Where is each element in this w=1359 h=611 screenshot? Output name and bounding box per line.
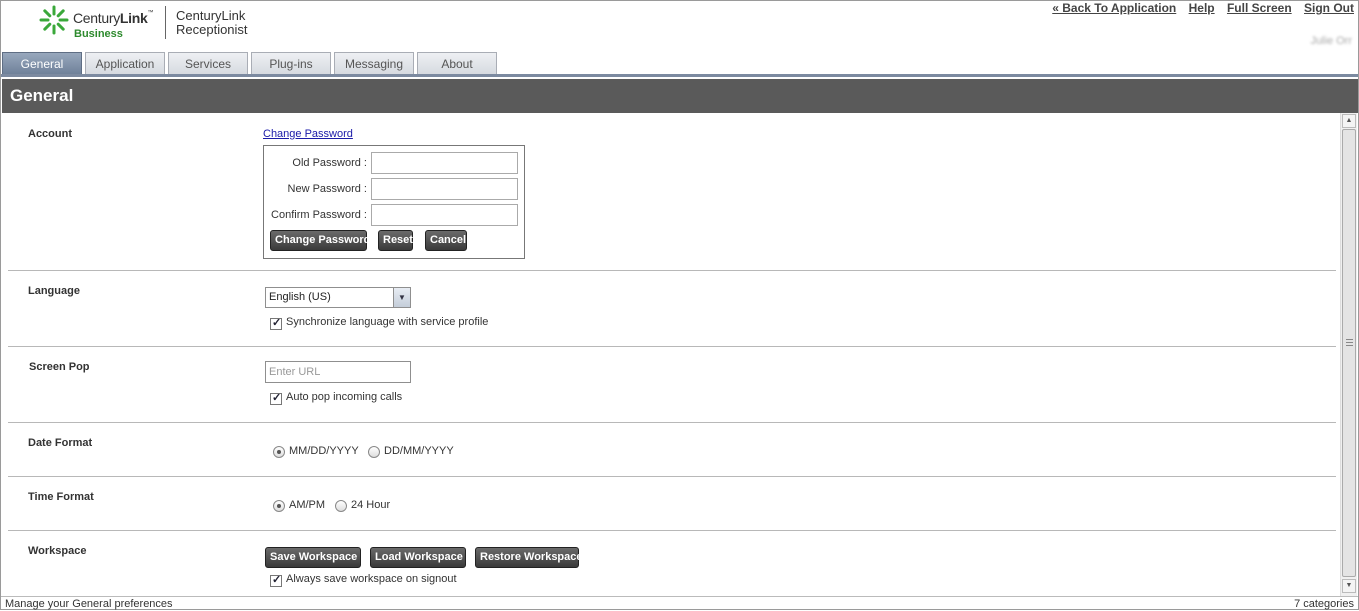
time-ampm-label: AM/PM (289, 499, 326, 511)
brand-name: CenturyLink™ (73, 10, 154, 26)
date-format-label: Date Format (28, 437, 93, 449)
new-password-label: New Password : (287, 183, 367, 195)
scrollbar-thumb[interactable] (1342, 129, 1356, 577)
vertical-scrollbar[interactable]: ▲ ▼ (1340, 113, 1357, 596)
new-password-field[interactable] (371, 178, 518, 200)
auto-pop-label: Auto pop incoming calls (286, 391, 403, 403)
time-ampm-radio[interactable] (273, 500, 285, 512)
top-links: « Back To Application Help Full Screen S… (1043, 1, 1354, 15)
time-24hour-radio[interactable] (335, 500, 347, 512)
full-screen-link[interactable]: Full Screen (1227, 1, 1292, 15)
change-password-link[interactable]: Change Password (263, 128, 353, 140)
time-format-label: Time Format (28, 491, 94, 503)
status-message: Manage your General preferences (5, 598, 173, 610)
sign-out-link[interactable]: Sign Out (1304, 1, 1354, 15)
language-selected-value: English (US) (269, 291, 331, 303)
tab-bar: General Application Services Plug-ins Me… (2, 52, 1359, 75)
product-name: CenturyLink Receptionist (176, 8, 248, 37)
language-label: Language (28, 285, 80, 297)
brand-subtitle: Business (74, 28, 123, 40)
time-24hour-label: 24 Hour (351, 499, 391, 511)
time-format-row: Time Format AM/PM 24 Hour (8, 477, 1336, 531)
tab-plug-ins[interactable]: Plug-ins (251, 52, 331, 75)
screen-pop-label: Screen Pop (29, 361, 90, 373)
confirm-password-field[interactable] (371, 204, 518, 226)
restore-workspace-button[interactable]: Restore Workspace (475, 547, 583, 568)
tab-divider (1, 74, 1358, 77)
scroll-down-icon[interactable]: ▼ (1342, 579, 1356, 593)
load-workspace-button[interactable]: Load Workspace (370, 547, 466, 568)
help-link[interactable]: Help (1189, 1, 1215, 15)
auto-pop-checkbox[interactable] (270, 391, 282, 405)
centurylink-logo-icon (39, 5, 69, 35)
app-header: CenturyLink™ Business CenturyLink Recept… (1, 1, 1358, 51)
category-count: 7 categories (1294, 598, 1354, 610)
old-password-field[interactable] (371, 152, 518, 174)
cancel-button[interactable]: Cancel (425, 230, 467, 251)
date-mmddyyyy-radio[interactable] (273, 446, 285, 458)
scroll-up-icon[interactable]: ▲ (1342, 114, 1356, 128)
sync-language-label: Synchronize language with service profil… (286, 316, 489, 328)
date-mmddyyyy-label: MM/DD/YYYY (289, 445, 359, 457)
change-password-button[interactable]: Change Password (270, 230, 370, 251)
always-save-label: Always save workspace on signout (286, 573, 457, 585)
language-select[interactable]: English (US) ▼ (265, 287, 411, 308)
date-format-row: Date Format MM/DD/YYYY DD/MM/YYYY (8, 423, 1336, 477)
always-save-checkbox[interactable] (270, 573, 282, 587)
account-label: Account (28, 128, 72, 140)
grip-icon (1346, 339, 1353, 346)
chevron-down-icon[interactable]: ▼ (393, 288, 410, 307)
tab-general[interactable]: General (2, 52, 82, 75)
tab-services[interactable]: Services (168, 52, 248, 75)
tab-messaging[interactable]: Messaging (334, 52, 414, 75)
save-workspace-button[interactable]: Save Workspace (265, 547, 361, 568)
tab-about[interactable]: About (417, 52, 497, 75)
date-ddmmyyyy-label: DD/MM/YYYY (384, 445, 454, 457)
workspace-label: Workspace (28, 545, 87, 557)
sync-language-checkbox[interactable] (270, 316, 282, 330)
change-password-form: Old Password : New Password : Confirm Pa… (263, 145, 525, 259)
brand-divider (165, 6, 166, 39)
status-bar: Manage your General preferences 7 catego… (1, 596, 1358, 610)
back-to-application-link[interactable]: « Back To Application (1052, 1, 1176, 15)
tab-application[interactable]: Application (85, 52, 165, 75)
preferences-panel: Account Change Password Old Password : N… (2, 113, 1340, 596)
account-row: Account Change Password Old Password : N… (8, 113, 1336, 271)
user-name: Julie Orr (1310, 35, 1352, 47)
section-title: General (2, 79, 1358, 113)
language-row: Language English (US) ▼ Synchronize lang… (8, 271, 1336, 347)
screen-pop-url-input[interactable]: Enter URL (265, 361, 411, 383)
screen-pop-row: Screen Pop Enter URL Auto pop incoming c… (8, 347, 1336, 423)
reset-button[interactable]: Reset (378, 230, 413, 251)
workspace-row: Workspace Save Workspace Load Workspace … (8, 531, 1336, 596)
confirm-password-label: Confirm Password : (271, 209, 367, 221)
date-ddmmyyyy-radio[interactable] (368, 446, 380, 458)
old-password-label: Old Password : (292, 157, 367, 169)
